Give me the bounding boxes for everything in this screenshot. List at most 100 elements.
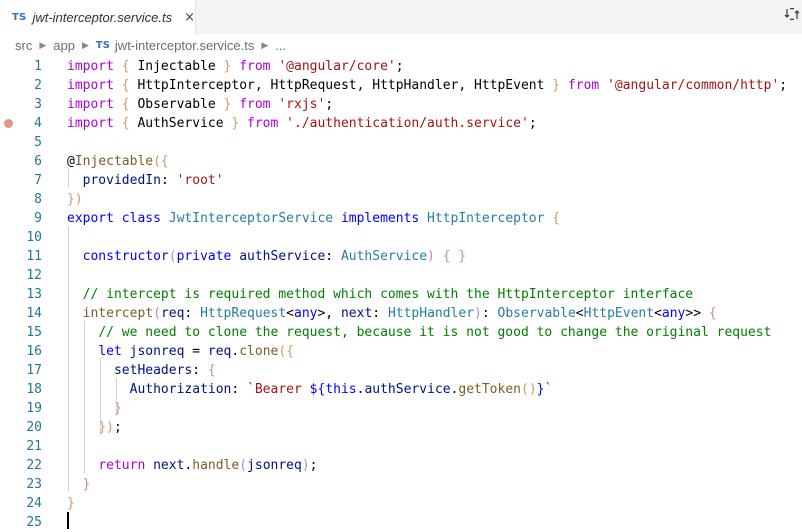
code-line[interactable]: 23 } [0,475,802,494]
code-line[interactable]: 3 import { Observable } from 'rxjs'; [0,95,802,114]
code-token: authService [239,249,326,264]
line-number: 17 [26,363,42,378]
code-text: import { HttpInterceptor, HttpRequest, H… [67,76,787,95]
code-token: JwtInterceptorService [168,211,341,226]
code-token: } [67,496,75,511]
code-token: getToken [458,382,521,397]
close-icon[interactable]: × [184,10,195,25]
code-token: Injectable [74,154,154,169]
code-token: ({ [153,154,169,169]
compare-changes-icon[interactable] [784,6,800,26]
line-number: 4 [34,116,42,131]
code-text: export class JwtInterceptorService imple… [67,209,560,228]
code-text: providedIn: 'root' [67,171,224,190]
code-text: }) [67,190,83,209]
code-line[interactable]: 19 } [0,399,802,418]
code-token: }) [98,420,114,435]
code-token: any [294,306,318,321]
code-line[interactable]: 14 intercept(req: HttpRequest<any>, next… [0,304,802,323]
breadcrumb-item-app[interactable]: app [53,38,75,53]
code-line[interactable]: 16 let jsonreq = req.clone({ [0,342,802,361]
code-line[interactable]: 22 return next.handle(jsonreq); [0,456,802,475]
code-text: intercept(req: HttpRequest<any>, next: H… [67,304,717,323]
code-line[interactable]: 21 [0,437,802,456]
chevron-right-icon: ▶ [39,39,47,50]
code-text: constructor(private authService: AuthSer… [67,247,467,266]
line-number: 15 [26,325,42,340]
code-token: ; [309,458,318,473]
line-number: 2 [34,78,42,93]
code-line[interactable]: 15 // we need to clone the request, beca… [0,323,802,342]
code-token: '@angular/common/http' [607,78,780,93]
code-line[interactable]: 6 @Injectable({ [0,152,802,171]
code-token: ; [528,116,537,131]
line-number: 20 [26,420,42,435]
line-number: 24 [26,496,42,511]
code-token: intercept [82,306,154,321]
code-token: () [521,382,537,397]
line-number: 23 [26,477,42,492]
typescript-file-icon: TS [12,11,27,23]
text-cursor [67,512,69,529]
code-line[interactable]: 17 setHeaders: { [0,361,802,380]
code-token: { [121,78,138,93]
code-token: let [98,344,130,359]
line-number: 7 [34,173,42,188]
code-token: : [160,173,177,188]
code-token: ) [427,249,435,264]
code-token: : [481,306,498,321]
code-line[interactable]: 5 [0,133,802,152]
code-token: @ [67,154,75,169]
code-line[interactable]: 4 import { AuthService } from './authenti… [0,114,802,133]
code-line[interactable]: 7 providedIn: 'root' [0,171,802,190]
code-line[interactable]: 25 [0,513,802,532]
code-line[interactable]: 12 [0,266,802,285]
code-token: import [67,59,122,74]
code-token: ( [239,458,248,473]
code-line[interactable]: 2 import { HttpInterceptor, HttpRequest, … [0,76,802,95]
code-text: import { AuthService } from './authentic… [67,114,537,133]
code-token: ( [153,306,161,321]
tab-jwt-interceptor-service[interactable]: TS jwt-interceptor.service.ts × [0,0,196,34]
line-number: 16 [26,344,42,359]
code-token: req [207,344,232,359]
line-number: 11 [26,249,42,264]
breadcrumb-item-symbols[interactable]: ... [275,38,286,53]
code-text: } [67,475,91,494]
code-token: setHeaders [113,363,193,378]
code-token: Authorization [129,382,232,397]
code-line[interactable]: 18 Authorization: `Bearer ${this.authSer… [0,380,802,399]
code-token: import [67,78,122,93]
code-token: jsonreq [247,458,302,473]
breadcrumb-item-src[interactable]: src [15,38,32,53]
code-token: 'root' [176,173,224,188]
code-line[interactable]: 8}) [0,190,802,209]
code-token: next [153,458,185,473]
breadcrumb: src ▶ app ▶ TS jwt-interceptor.service.t… [0,34,802,56]
code-token: HttpInterceptor [427,211,553,226]
breadcrumb-item-file[interactable]: jwt-interceptor.service.ts [115,38,254,53]
chevron-right-icon: ▶ [261,39,269,50]
code-text: import { Observable } from 'rxjs'; [67,95,333,114]
line-number: 25 [26,515,42,530]
code-line[interactable]: 9 export class JwtInterceptorService impl… [0,209,802,228]
code-token: >, [317,306,341,321]
code-token: { [121,59,138,74]
code-line[interactable]: 20 }); [0,418,802,437]
code-editor[interactable]: 1 import { Injectable } from '@angular/co… [0,55,802,530]
line-number: 1 [34,59,42,74]
code-line[interactable]: 11 constructor(private authService: Auth… [0,247,802,266]
code-token: './authentication/auth.service' [286,116,529,131]
code-token: < [286,306,294,321]
code-text: // intercept is required method which co… [67,285,693,304]
line-number: 3 [34,97,42,112]
code-line[interactable]: 13 // intercept is required method which… [0,285,802,304]
code-line[interactable]: 10 [0,228,802,247]
code-line[interactable]: 1 import { Injectable } from '@angular/co… [0,57,802,76]
code-token: any [661,306,686,321]
code-line[interactable]: 24} [0,494,802,513]
